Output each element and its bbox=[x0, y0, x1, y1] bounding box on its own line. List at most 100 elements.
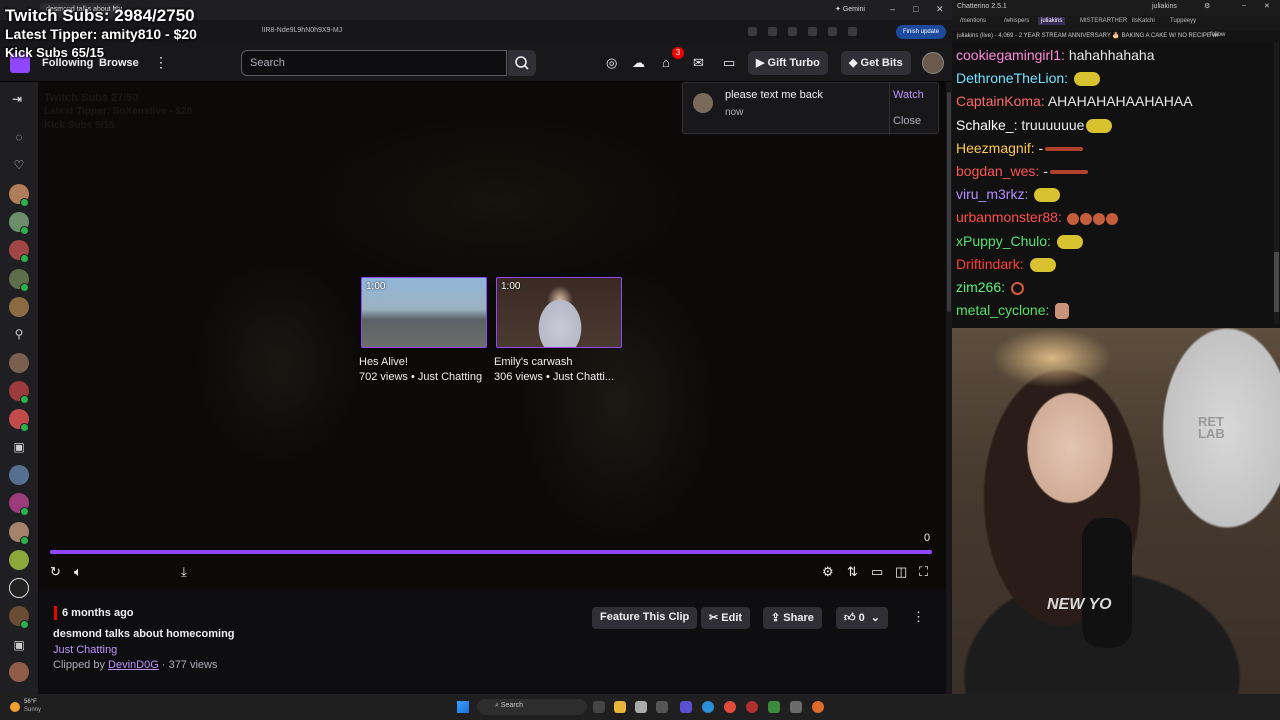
seek-bar[interactable] bbox=[50, 550, 932, 554]
chat-username[interactable]: Driftindark: bbox=[956, 256, 1024, 272]
taskbar-search[interactable]: ⌕ Search bbox=[477, 699, 587, 715]
recommended-icon[interactable]: ◌ bbox=[10, 130, 28, 148]
app-icon[interactable] bbox=[656, 701, 668, 713]
whispers-icon[interactable]: ▭ bbox=[723, 55, 735, 71]
nav-browse[interactable]: Browse bbox=[99, 57, 139, 69]
video-icon[interactable]: ▣ bbox=[10, 440, 28, 458]
task-view-icon[interactable] bbox=[593, 701, 605, 713]
clip-icon[interactable]: ⇅ bbox=[847, 564, 858, 580]
share-button[interactable]: ⇪ Share bbox=[763, 607, 822, 629]
windows-start-icon[interactable] bbox=[457, 701, 469, 713]
scrollbar-thumb[interactable] bbox=[1274, 252, 1279, 312]
channel-avatar[interactable] bbox=[9, 662, 29, 682]
channel-avatar[interactable] bbox=[9, 353, 29, 373]
chat-username[interactable]: metal_cyclone: bbox=[956, 302, 1049, 318]
settings-gear-icon[interactable]: ⚙ bbox=[822, 564, 834, 580]
edit-button[interactable]: ✂ Edit bbox=[701, 607, 751, 629]
heart-icon[interactable]: ♡ bbox=[10, 158, 28, 176]
notification-watch-button[interactable]: Watch bbox=[893, 89, 924, 101]
edge-icon[interactable] bbox=[702, 701, 714, 713]
chat-username[interactable]: bogdan_wes: bbox=[956, 163, 1039, 179]
extension-icon[interactable] bbox=[828, 27, 837, 36]
chat-username[interactable]: urbanmonster88: bbox=[956, 209, 1062, 225]
download-icon[interactable]: ⤓ bbox=[181, 564, 187, 580]
chat-username[interactable]: viru_m3rkz: bbox=[956, 186, 1028, 202]
more-options-icon[interactable]: ⋮ bbox=[154, 54, 168, 71]
scrollbar-thumb[interactable] bbox=[947, 92, 951, 312]
channel-avatar[interactable] bbox=[9, 465, 29, 485]
search-button[interactable] bbox=[508, 50, 536, 76]
gemini-button[interactable]: ✦ Gemini bbox=[835, 5, 865, 13]
clip-video-player[interactable]: Twitch Subs 27/50 Latest Tipper: SoXenst… bbox=[38, 82, 946, 590]
channel-avatar[interactable] bbox=[9, 550, 29, 570]
fullscreen-icon[interactable]: ⛶ bbox=[919, 564, 928, 580]
file-explorer-icon[interactable] bbox=[614, 701, 626, 713]
bookmark-icon[interactable] bbox=[768, 27, 777, 36]
chat-username[interactable]: CaptainKoma: bbox=[956, 93, 1045, 109]
chatterino-account[interactable]: juliakins bbox=[1152, 3, 1177, 10]
channel-avatar[interactable] bbox=[9, 578, 29, 598]
weather-sun-icon[interactable] bbox=[10, 702, 20, 712]
notification-close-button[interactable]: Close bbox=[893, 115, 921, 127]
chat-message: viru_m3rkz: bbox=[956, 186, 1061, 203]
replay-icon[interactable]: ↻ bbox=[50, 564, 61, 580]
recommended-clip-title[interactable]: Hes Alive! bbox=[359, 356, 408, 368]
theatre-mode-icon[interactable]: ◫ bbox=[895, 564, 907, 580]
app-icon[interactable] bbox=[768, 701, 780, 713]
user-avatar[interactable] bbox=[922, 52, 944, 74]
store-icon[interactable] bbox=[635, 701, 647, 713]
inventory-icon[interactable]: ⌂ bbox=[662, 55, 670, 70]
miniplayer-icon[interactable]: ▭ bbox=[871, 564, 883, 580]
tab-whispers[interactable]: /whispers bbox=[1004, 18, 1029, 24]
feature-clip-button[interactable]: Feature This Clip bbox=[592, 607, 698, 629]
recommended-clip-thumbnail[interactable]: 1:00 bbox=[361, 277, 487, 348]
tab-juliakins[interactable]: juliakins bbox=[1038, 17, 1066, 25]
chat-username[interactable]: DethroneTheLion: bbox=[956, 70, 1068, 86]
tab-tuppeeyy[interactable]: Tuppeeyy bbox=[1170, 18, 1196, 24]
prime-crown-icon[interactable]: ◎ bbox=[606, 55, 617, 71]
tab-itskatchi[interactable]: itsKatchi bbox=[1132, 18, 1155, 24]
chat-scrollbar[interactable] bbox=[1274, 42, 1279, 324]
notifications-icon[interactable]: ✉ bbox=[693, 55, 704, 71]
zoom-icon[interactable] bbox=[748, 27, 757, 36]
chat-username[interactable]: cookiegamingirl1: bbox=[956, 47, 1065, 63]
minimize-icon[interactable]: – bbox=[890, 4, 895, 14]
video-icon[interactable]: ▣ bbox=[10, 638, 28, 656]
chrome-icon[interactable] bbox=[724, 701, 736, 713]
chat-username[interactable]: Heezmagnif: bbox=[956, 140, 1035, 156]
channel-avatar[interactable] bbox=[9, 297, 29, 317]
app-icon[interactable] bbox=[746, 701, 758, 713]
like-button[interactable]: 👍︎ 0 ⌄ bbox=[836, 607, 889, 629]
get-bits-button[interactable]: ◆ Get Bits bbox=[841, 51, 911, 75]
minimize-icon[interactable]: – bbox=[1242, 2, 1246, 9]
collapse-sidebar-icon[interactable]: ⇥ bbox=[12, 92, 22, 106]
chat-username[interactable]: zim266: bbox=[956, 279, 1005, 295]
tab-mentions[interactable]: /mentions bbox=[960, 18, 986, 24]
tab-misterarther[interactable]: MISTERARTHER bbox=[1080, 18, 1127, 24]
profile-icon[interactable] bbox=[848, 27, 857, 36]
search-input[interactable]: Search bbox=[241, 50, 507, 76]
app-icon[interactable] bbox=[680, 701, 692, 713]
maximize-icon[interactable]: □ bbox=[913, 4, 918, 14]
window-close-icon[interactable]: ✕ bbox=[1264, 2, 1270, 10]
follow-button[interactable]: follow bbox=[1210, 32, 1225, 38]
chat-username[interactable]: xPuppy_Chulo: bbox=[956, 233, 1051, 249]
clip-category-link[interactable]: Just Chatting bbox=[53, 644, 117, 656]
chat-username[interactable]: Schalke_: bbox=[956, 117, 1017, 133]
settings-gear-icon[interactable]: ⚙ bbox=[1204, 2, 1210, 10]
volume-icon[interactable]: 🔈︎ bbox=[74, 564, 82, 580]
firefox-icon[interactable] bbox=[812, 701, 824, 713]
extension-icon[interactable] bbox=[788, 27, 797, 36]
recommended-clip-title[interactable]: Emily's carwash bbox=[494, 356, 573, 368]
window-close-icon[interactable]: ✕ bbox=[936, 4, 944, 15]
url-text[interactable]: lIR8-Nde9L9hN0h9X9-MJ bbox=[262, 27, 342, 34]
add-person-icon[interactable]: ⚲ bbox=[10, 327, 28, 345]
drops-icon[interactable]: ☁ bbox=[632, 55, 645, 71]
clipper-link[interactable]: DevinD0G bbox=[108, 659, 159, 671]
finish-update-button[interactable]: Finish update bbox=[896, 25, 946, 39]
app-icon[interactable] bbox=[790, 701, 802, 713]
gift-turbo-button[interactable]: ▶ Gift Turbo bbox=[748, 51, 828, 75]
extension-icon[interactable] bbox=[808, 27, 817, 36]
recommended-clip-thumbnail[interactable]: 1:00 bbox=[496, 277, 622, 348]
more-options-icon[interactable]: ⋮ bbox=[912, 609, 925, 625]
